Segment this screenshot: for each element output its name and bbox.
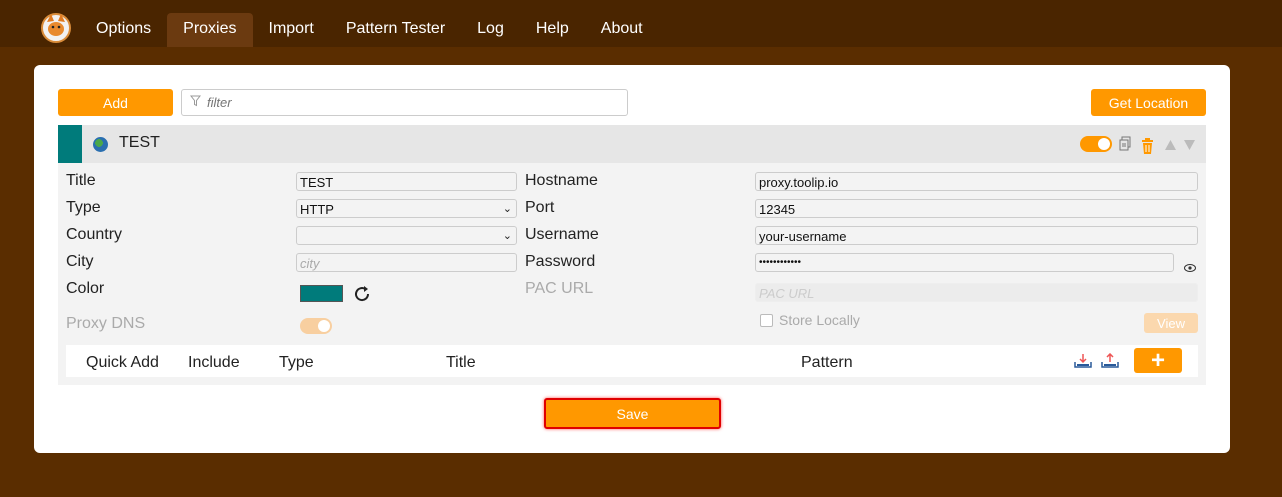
foxyproxy-logo-icon[interactable] <box>38 10 74 44</box>
city-input[interactable]: city <box>296 253 517 272</box>
tab-import[interactable]: Import <box>253 13 330 47</box>
top-nav-bar: Options Proxies Import Pattern Tester Lo… <box>0 0 1282 47</box>
col-include: Include <box>188 354 240 371</box>
main-tabs: Options Proxies Import Pattern Tester Lo… <box>80 13 659 47</box>
proxy-entry: TEST Title TEST Type HTTP ⌄ Country ⌄ Ci… <box>58 125 1206 385</box>
tab-proxies[interactable]: Proxies <box>167 13 253 47</box>
password-input[interactable]: •••••••••••• <box>755 253 1174 272</box>
password-label: Password <box>525 253 596 270</box>
city-label: City <box>66 253 94 270</box>
title-input[interactable]: TEST <box>296 172 517 191</box>
proxy-dns-label: Proxy DNS <box>66 315 146 332</box>
import-patterns-icon[interactable] <box>1074 353 1092 373</box>
export-patterns-icon[interactable] <box>1101 352 1119 373</box>
refresh-icon[interactable] <box>352 284 372 308</box>
type-select-value: HTTP <box>300 202 334 217</box>
username-input[interactable]: your-username <box>755 226 1198 245</box>
filter-icon <box>189 94 202 111</box>
pattern-header-row: Quick Add Include Type Title Pattern + <box>66 345 1198 377</box>
show-password-eye-icon[interactable] <box>1184 259 1196 276</box>
country-select[interactable]: ⌄ <box>296 226 517 245</box>
store-locally-option[interactable]: Store Locally <box>760 312 860 328</box>
pac-url-label: PAC URL <box>525 280 594 297</box>
view-button[interactable]: View <box>1144 313 1198 333</box>
chevron-down-icon: ⌄ <box>502 203 512 215</box>
add-pattern-button[interactable]: + <box>1134 348 1182 373</box>
store-locally-checkbox[interactable] <box>760 313 773 327</box>
move-down-icon[interactable] <box>1183 138 1196 155</box>
filter-box <box>181 89 628 116</box>
delete-icon[interactable] <box>1141 138 1154 158</box>
col-quick-add: Quick Add <box>86 354 159 371</box>
port-label: Port <box>525 199 555 216</box>
proxy-color-strip <box>58 125 82 163</box>
hostname-input[interactable]: proxy.toolip.io <box>755 172 1198 191</box>
col-title: Title <box>446 354 476 371</box>
color-label: Color <box>66 280 105 297</box>
save-button[interactable]: Save <box>544 398 721 429</box>
title-label: Title <box>66 172 96 189</box>
filter-input[interactable] <box>207 95 607 110</box>
tab-help[interactable]: Help <box>520 13 585 47</box>
pac-url-input[interactable]: PAC URL <box>755 283 1198 302</box>
hostname-label: Hostname <box>525 172 598 189</box>
tab-log[interactable]: Log <box>461 13 520 47</box>
color-swatch[interactable] <box>300 285 343 302</box>
username-label: Username <box>525 226 599 243</box>
proxy-dns-toggle[interactable] <box>300 318 332 334</box>
globe-icon <box>93 137 108 152</box>
country-label: Country <box>66 226 123 243</box>
store-locally-label: Store Locally <box>779 312 860 328</box>
port-input[interactable]: 12345 <box>755 199 1198 218</box>
add-proxy-button[interactable]: Add <box>58 89 173 116</box>
tab-options[interactable]: Options <box>80 13 167 47</box>
col-pattern: Pattern <box>801 354 853 371</box>
proxy-header-title: TEST <box>119 134 160 151</box>
chevron-down-icon: ⌄ <box>502 230 512 242</box>
proxy-enable-toggle[interactable] <box>1080 136 1112 152</box>
duplicate-icon[interactable] <box>1119 136 1131 155</box>
type-label: Type <box>66 199 101 216</box>
proxy-header[interactable]: TEST <box>58 125 1206 163</box>
move-up-icon[interactable] <box>1164 138 1177 155</box>
get-location-button[interactable]: Get Location <box>1091 89 1206 116</box>
tab-pattern-tester[interactable]: Pattern Tester <box>330 13 461 47</box>
tab-about[interactable]: About <box>585 13 659 47</box>
col-type: Type <box>279 354 314 371</box>
type-select[interactable]: HTTP ⌄ <box>296 199 517 218</box>
proxies-panel: Add Get Location TEST <box>34 65 1230 453</box>
